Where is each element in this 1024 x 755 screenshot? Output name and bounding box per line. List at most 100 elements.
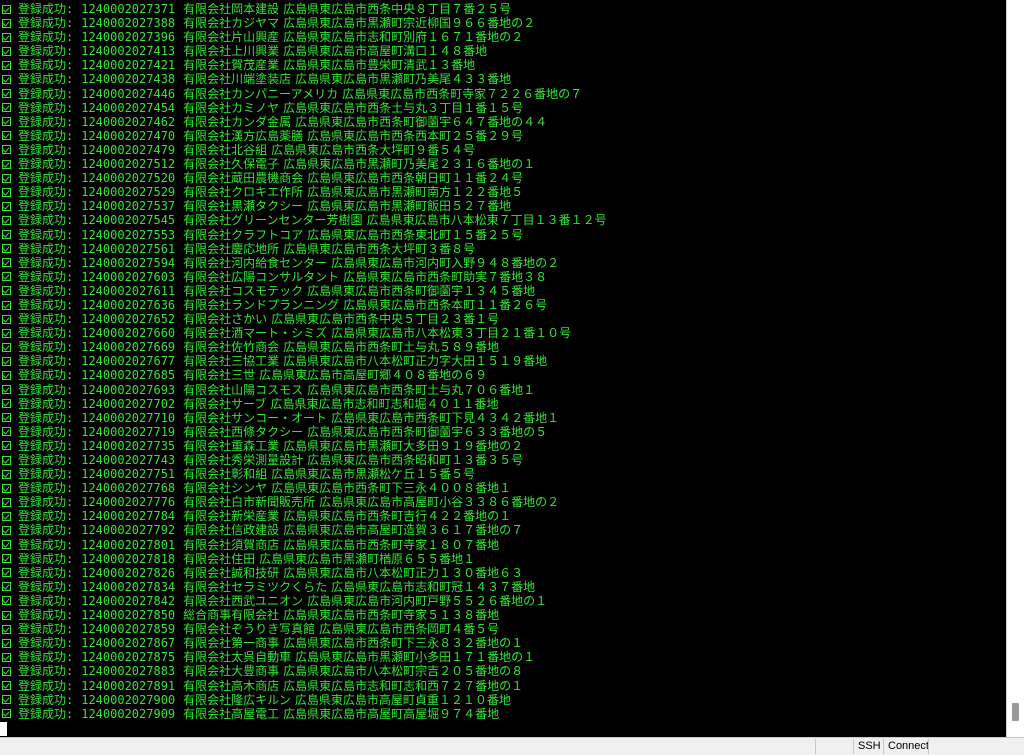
corporate-number: 1240002027784 [81, 509, 176, 524]
log-status: 登録成功: [18, 283, 74, 298]
company-address: 広島県東広島市西条町御薗宇１３４５番地 [307, 283, 536, 298]
corporate-number: 1240002027611 [81, 283, 176, 298]
corporate-number: 1240002027743 [81, 453, 176, 467]
company-address: 広島県東広島市八本松町正力字大田１５１９番地 [283, 354, 548, 369]
company-name: 有限会社西條タクシー [183, 424, 304, 439]
checkbox-icon [2, 596, 11, 606]
log-line: 登録成功: 1240002027875 有限会社太呉自動車 広島県東広島市黒瀬町小多田… [2, 650, 1006, 664]
checkbox-icon [2, 46, 11, 56]
log-line: 登録成功: 1240002027891 有限会社高木商店 広島県東広島市志和町志和西７… [2, 679, 1006, 693]
checkbox-icon [2, 60, 11, 70]
company-name: 有限会社山陽コスモス [183, 382, 304, 397]
checkbox-icon [2, 131, 11, 141]
log-line: 登録成功: 1240002027768 有限会社シンヤ 広島県東広島市西条町下三永４０… [2, 481, 1006, 495]
log-status: 登録成功: [18, 622, 74, 637]
log-status: 登録成功: [18, 579, 74, 594]
log-line: 登録成功: 1240002027388 有限会社カジヤマ 広島県東広島市黒瀬町宗近柳国… [2, 16, 1006, 30]
log-status: 登録成功: [18, 424, 74, 439]
corporate-number: 1240002027801 [81, 537, 176, 552]
log-line: 登録成功: 1240002027850 総合商事有限会社 広島県東広島市西条町寺家５１… [2, 608, 1006, 622]
log-line: 登録成功: 1240002027652 有限会社さかい 広島県東広島市西条中央５丁目２… [2, 312, 1006, 326]
company-address: 広島県東広島市西条町御薗宇６４７番地の４４ [295, 114, 548, 129]
corporate-number: 1240002027512 [81, 157, 176, 172]
corporate-number: 1240002027776 [81, 495, 176, 510]
checkbox-icon [2, 413, 11, 423]
company-name: 有限会社佐竹商会 [183, 340, 280, 355]
corporate-number: 1240002027454 [81, 100, 176, 115]
checkbox-icon [2, 103, 11, 113]
company-address: 広島県東広島市西条町土与丸７０６番地１ [307, 382, 536, 397]
company-address: 広島県東広島市八本松東７丁目１３番１２号 [366, 213, 607, 228]
checkbox-icon [2, 286, 11, 296]
company-address: 広島県東広島市志和町志和西７２７番地の１ [283, 678, 524, 693]
log-status: 登録成功: [18, 354, 74, 369]
log-line: 登録成功: 1240002027603 有限会社広陽コンサルタント 広島県東広島市西条… [2, 270, 1006, 284]
checkbox-icon [2, 441, 11, 451]
corporate-number: 1240002027891 [81, 678, 176, 693]
log-status: 登録成功: [18, 692, 74, 707]
company-address: 広島県東広島市西条町寺家５１３８番地 [283, 608, 500, 623]
company-name: 有限会社重森工業 [183, 438, 280, 453]
company-address: 広島県東広島市西条土与丸３丁目１番１５号 [283, 100, 524, 115]
terminal-output[interactable]: 登録成功: 1240002027371 有限会社岡本建設 広島県東広島市西条中央８丁目… [0, 0, 1006, 737]
log-line: 登録成功: 1240002027719 有限会社西條タクシー 広島県東広島市西条町御薗… [2, 425, 1006, 439]
status-bar: SSH Connect [0, 737, 1024, 755]
corporate-number: 1240002027529 [81, 185, 176, 200]
log-status: 登録成功: [18, 269, 74, 284]
company-name: 有限会社上川興業 [183, 44, 280, 59]
checkbox-icon [2, 201, 11, 211]
checkbox-icon [2, 314, 11, 324]
corporate-number: 1240002027768 [81, 481, 176, 496]
log-status: 登録成功: [18, 16, 74, 31]
corporate-number: 1240002027652 [81, 312, 176, 327]
checkbox-icon [2, 666, 11, 676]
checkbox-icon [2, 652, 11, 662]
company-name: 有限会社黒瀬タクシー [183, 199, 304, 214]
company-address: 広島県東広島市西条中央５丁目２３番１号 [271, 312, 500, 327]
scrollbar-thumb[interactable] [1012, 703, 1019, 721]
checkbox-icon [2, 511, 11, 521]
checkbox-icon [2, 385, 11, 395]
log-line: 登録成功: 1240002027512 有限会社久保電子 広島県東広島市黒瀬町乃美尾２… [2, 157, 1006, 171]
log-line: 登録成功: 1240002027685 有限会社三世 広島県東広島市高屋町郷４０８番地… [2, 368, 1006, 382]
corporate-number: 1240002027537 [81, 199, 176, 214]
checkbox-icon [2, 610, 11, 620]
log-line: 登録成功: 1240002027834 有限会社セラミツクくらた 広島県東広島市志和町… [2, 580, 1006, 594]
company-name: 有限会社川端塗装店 [183, 72, 292, 87]
log-line: 登録成功: 1240002027446 有限会社カンパニーアメリカ 広島県東広島市西条… [2, 87, 1006, 101]
company-name: 有限会社隆広キルン [183, 692, 291, 707]
checkbox-icon [2, 356, 11, 366]
log-line: 登録成功: 1240002027859 有限会社ぞうりき写真館 広島県東広島市西条岡町… [2, 622, 1006, 636]
company-name: 有限会社大豊商事 [183, 664, 280, 679]
company-address: 広島県東広島市高屋町造賀３６１７番地の７ [283, 523, 524, 538]
company-name: 有限会社賀茂産業 [183, 58, 280, 73]
checkbox-icon [2, 117, 11, 127]
checkbox-icon [2, 483, 11, 493]
checkbox-icon [2, 568, 11, 578]
log-line: 登録成功: 1240002027462 有限会社カンダ金属 広島県東広島市西条町御薗宇… [2, 115, 1006, 129]
company-name: 有限会社信政建設 [183, 523, 280, 538]
checkbox-icon [2, 455, 11, 465]
log-status: 登録成功: [18, 241, 74, 256]
log-line: 登録成功: 1240002027454 有限会社カミノヤ 広島県東広島市西条土与丸３丁… [2, 101, 1006, 115]
company-address: 広島県東広島市黒瀬町小多田１７１番地の１ [295, 650, 536, 665]
log-status: 登録成功: [18, 72, 74, 87]
log-status: 登録成功: [18, 495, 74, 510]
company-address: 広島県東広島市西条岡町４番５号 [319, 622, 500, 637]
company-name: 有限会社さかい [183, 312, 268, 327]
log-line: 登録成功: 1240002027909 有限会社高屋電工 広島県東広島市高屋町高屋堀９… [2, 707, 1006, 721]
log-status: 登録成功: [18, 128, 74, 143]
log-line: 登録成功: 1240002027413 有限会社上川興業 広島県東広島市高屋町溝口１４… [2, 44, 1006, 58]
company-name: 有限会社シンヤ [183, 481, 268, 496]
vertical-scrollbar[interactable] [1006, 0, 1024, 737]
company-name: 有限会社慶応地所 [183, 241, 280, 256]
company-address: 広島県東広島市西条中央８丁目７番２５号 [283, 2, 512, 16]
corporate-number: 1240002027413 [81, 44, 176, 59]
corporate-number: 1240002027702 [81, 396, 176, 411]
company-address: 広島県東広島市西条朝日町１１番２４号 [307, 171, 524, 186]
corporate-number: 1240002027421 [81, 58, 176, 73]
checkbox-icon [2, 328, 11, 338]
company-name: 有限会社白市新聞販売所 [183, 495, 316, 510]
checkbox-icon [2, 681, 11, 691]
company-address: 広島県東広島市黒瀬町南方１２２番地５ [307, 185, 524, 200]
